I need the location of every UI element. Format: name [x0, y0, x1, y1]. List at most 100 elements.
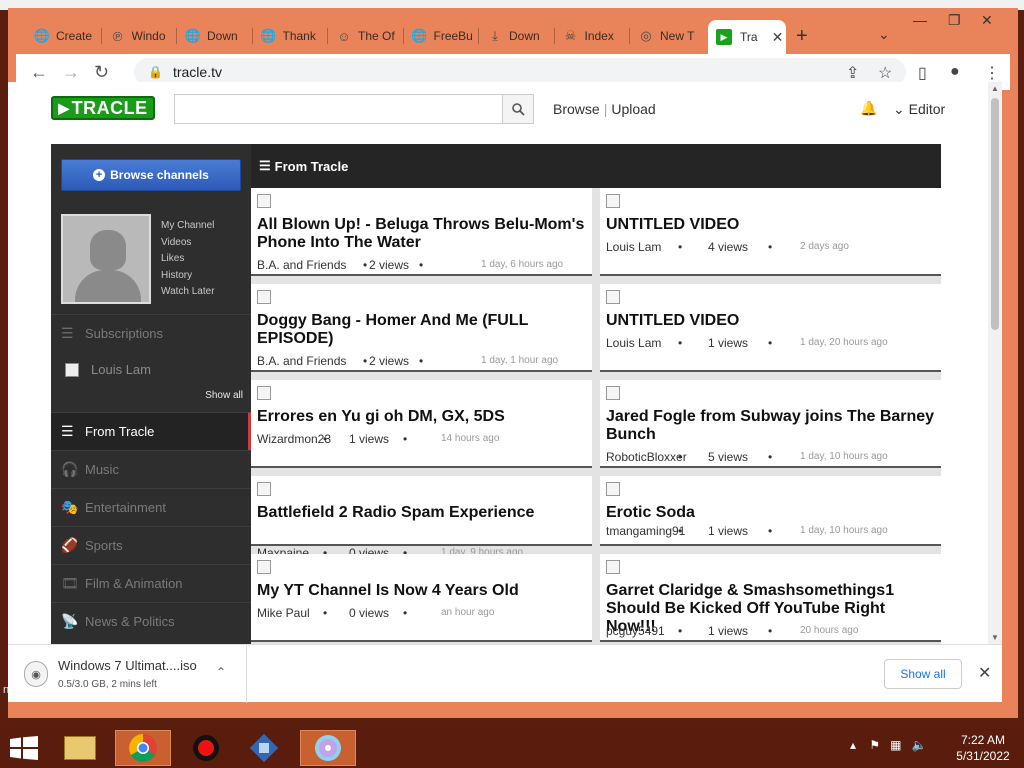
tab-8[interactable]: ◎ New T [632, 24, 698, 48]
avatar[interactable] [61, 214, 151, 304]
sidebar-item-subscriptions[interactable]: ☰ Subscriptions [51, 314, 251, 352]
sidebar-item-news-politics[interactable]: 📡 News & Politics [51, 602, 251, 640]
video-card[interactable]: UNTITLED VIDEO Louis Lam • 4 views • 2 days a… [600, 188, 941, 276]
video-card[interactable]: All Blown Up! - Beluga Throws Belu-Mom's… [251, 188, 592, 276]
video-author[interactable]: pcguy5491 [606, 624, 665, 638]
video-card[interactable]: Battlefield 2 Radio Spam Experience Maxpa… [251, 476, 592, 560]
videos-link[interactable]: Videos [161, 237, 215, 254]
likes-link[interactable]: Likes [161, 253, 215, 270]
broken-image-icon[interactable] [606, 290, 620, 304]
browse-link[interactable]: Browse [553, 101, 600, 117]
screen-recorder-icon[interactable] [178, 730, 234, 766]
search-button[interactable] [502, 94, 534, 124]
broken-image-icon[interactable] [606, 482, 620, 496]
disc-app-icon[interactable] [300, 730, 356, 766]
tab-5[interactable]: 🌐 FreeBu [406, 24, 471, 48]
system-tray[interactable]: ▴ ⚑ ▦ 🔈 [850, 738, 926, 752]
back-arrow-icon[interactable]: ← [30, 62, 48, 83]
tab-7[interactable]: ☠ Index [557, 24, 623, 48]
video-card[interactable]: Doggy Bang - Homer And Me (FULL EPISODE)… [251, 284, 592, 372]
user-menu[interactable]: ⌄ Editor [893, 101, 945, 118]
broken-image-icon[interactable] [606, 386, 620, 400]
video-title[interactable]: My YT Channel Is Now 4 Years Old [257, 582, 587, 600]
tab-3[interactable]: 🌐 Thank [255, 24, 321, 48]
video-title[interactable]: Doggy Bang - Homer And Me (FULL EPISODE) [257, 312, 587, 348]
show-all-subscriptions-link[interactable]: Show all [205, 390, 243, 401]
sidebar-item-music[interactable]: 🎧 Music [51, 450, 251, 488]
virtualbox-icon[interactable] [236, 730, 292, 766]
watch-later-link[interactable]: Watch Later [161, 286, 215, 303]
broken-image-icon[interactable] [257, 482, 271, 496]
broken-image-icon[interactable] [257, 560, 271, 574]
windows-start-icon[interactable] [10, 736, 38, 760]
tab-search-chevron-icon[interactable]: ⌄ [878, 26, 890, 43]
video-card[interactable]: Jared Fogle from Subway joins The Barney… [600, 380, 941, 468]
broken-image-icon[interactable] [606, 560, 620, 574]
tracle-logo[interactable]: ▶ TRACLE [51, 96, 155, 120]
subscription-item[interactable]: Louis Lam [65, 362, 151, 377]
download-filename[interactable]: Windows 7 Ultimat....iso [58, 658, 197, 673]
page-scrollbar[interactable]: ▲ ▼ [988, 82, 1002, 644]
video-title[interactable]: UNTITLED VIDEO [606, 216, 936, 234]
video-author[interactable]: RoboticBloxxer [606, 450, 687, 464]
new-tab-button[interactable]: + [796, 25, 808, 48]
tab-separator [629, 28, 630, 44]
menu-kebab-icon[interactable]: ⋮ [984, 63, 1000, 83]
my-channel-link[interactable]: My Channel [161, 220, 215, 237]
video-author[interactable]: tmangaming91 [606, 524, 685, 538]
sidebar-item-entertainment[interactable]: 🎭 Entertainment [51, 488, 251, 526]
bookmark-star-icon[interactable]: ☆ [878, 63, 892, 83]
broken-image-icon[interactable] [606, 194, 620, 208]
profile-icon[interactable]: ● [950, 63, 960, 81]
chevron-up-icon[interactable]: ⌃ [216, 665, 226, 679]
broken-image-icon[interactable] [257, 386, 271, 400]
share-icon[interactable]: ⇪ [846, 63, 859, 83]
video-title[interactable]: Jared Fogle from Subway joins The Barney… [606, 408, 936, 444]
video-author[interactable]: B.A. and Friends [257, 354, 346, 368]
reload-icon[interactable]: ↻ [94, 62, 109, 83]
broken-image-icon[interactable] [257, 290, 271, 304]
video-author[interactable]: Wizardmon23 [257, 432, 331, 446]
video-author[interactable]: B.A. and Friends [257, 258, 346, 272]
maximize-icon[interactable]: ❐ [948, 12, 961, 29]
history-link[interactable]: History [161, 270, 215, 287]
file-explorer-icon[interactable] [52, 730, 108, 766]
tab-0[interactable]: 🌐 Create [28, 24, 94, 48]
close-download-bar-icon[interactable]: ✕ [978, 663, 991, 683]
video-author[interactable]: Mike Paul [257, 606, 310, 620]
forward-arrow-icon[interactable]: → [62, 62, 80, 83]
video-title[interactable]: All Blown Up! - Beluga Throws Belu-Mom's… [257, 216, 587, 252]
video-author[interactable]: Louis Lam [606, 240, 661, 254]
sidebar-item-film-animation[interactable]: 🎞 Film & Animation [51, 564, 251, 602]
tab-1[interactable]: ℗ Windo [104, 24, 170, 48]
search-input[interactable] [174, 94, 504, 124]
show-all-downloads-button[interactable]: Show all [884, 659, 962, 689]
video-title[interactable]: Battlefield 2 Radio Spam Experience [257, 504, 587, 522]
clock[interactable]: 7:22 AM 5/31/2022 [948, 732, 1018, 764]
video-card[interactable]: UNTITLED VIDEO Louis Lam • 1 views • 1 day, 2… [600, 284, 941, 372]
chrome-icon[interactable] [115, 730, 171, 766]
upload-link[interactable]: Upload [611, 101, 655, 117]
notification-bell-icon[interactable]: 🔔 [860, 100, 877, 117]
side-panel-icon[interactable]: ▯ [918, 63, 927, 83]
sidebar-item-sports[interactable]: 🏈 Sports [51, 526, 251, 564]
broken-image-icon[interactable] [257, 194, 271, 208]
tab-active[interactable]: ▶ Tra ✕ [708, 20, 786, 54]
minimize-icon[interactable]: — [913, 12, 927, 28]
close-window-icon[interactable]: ✕ [981, 12, 993, 29]
separator-dot: • [768, 336, 773, 350]
video-card[interactable]: Garret Claridge & Smashsomethings1 Shoul… [600, 554, 941, 642]
video-title[interactable]: Errores en Yu gi oh DM, GX, 5DS [257, 408, 587, 426]
tab-6[interactable]: ⤓ Down [481, 24, 547, 48]
video-card[interactable]: My YT Channel Is Now 4 Years Old Mike Pau… [251, 554, 592, 642]
video-author[interactable]: Louis Lam [606, 336, 661, 350]
tab-4[interactable]: ☺ The Of [330, 24, 396, 48]
browse-channels-button[interactable]: + Browse channels [61, 159, 241, 191]
video-card[interactable]: Errores en Yu gi oh DM, GX, 5DS Wizardmon… [251, 380, 592, 468]
video-title[interactable]: UNTITLED VIDEO [606, 312, 936, 330]
close-tab-icon[interactable]: ✕ [772, 29, 784, 46]
tab-2[interactable]: 🌐 Down [179, 24, 245, 48]
sidebar-item-from-tracle[interactable]: ☰ From Tracle [51, 412, 251, 450]
video-title[interactable]: Erotic Soda [606, 504, 936, 522]
video-card[interactable]: Erotic Soda tmangaming91 • 1 views • 1 day, 1… [600, 476, 941, 546]
